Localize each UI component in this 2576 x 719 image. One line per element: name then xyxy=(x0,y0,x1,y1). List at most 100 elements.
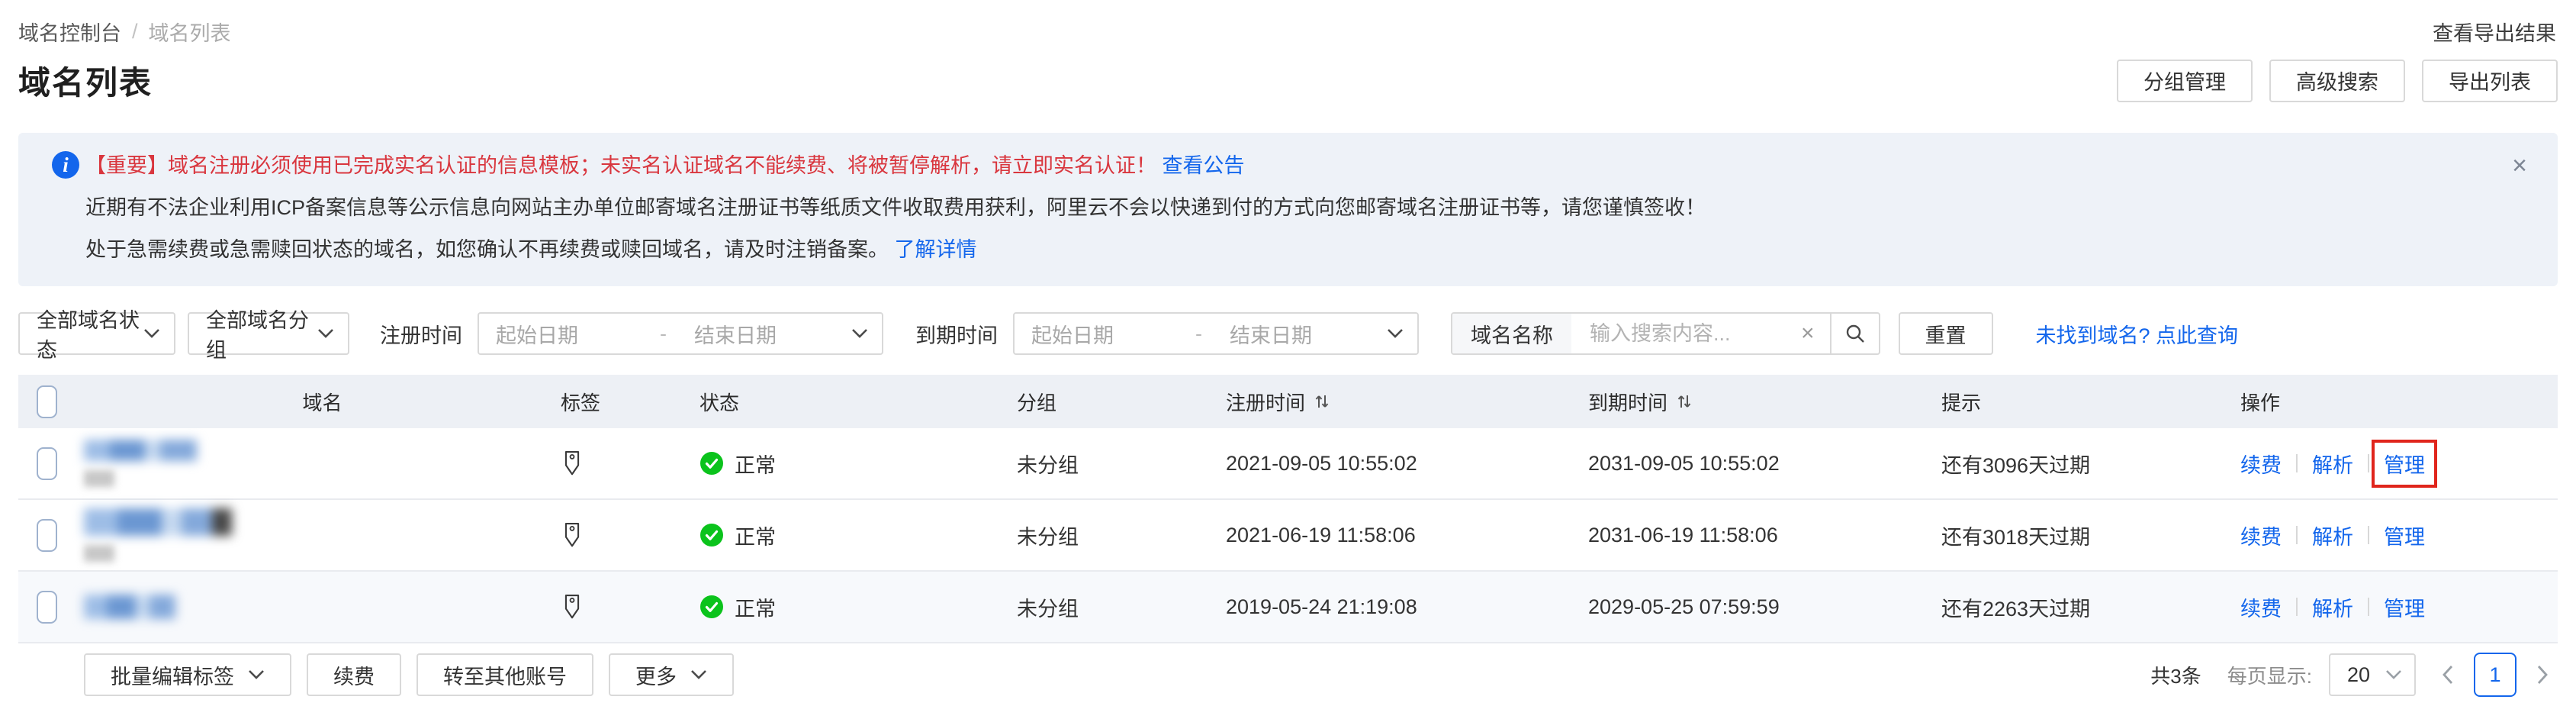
status-ok-icon xyxy=(699,595,724,619)
search-field-label: 域名名称 xyxy=(1452,314,1571,353)
action-renew[interactable]: 续费 xyxy=(2240,592,2282,622)
select-all-checkbox[interactable] xyxy=(37,385,57,418)
reg-time-range-picker[interactable]: 起始日期 - 结束日期 xyxy=(478,312,883,355)
reg-end-date-field[interactable]: 结束日期 xyxy=(694,319,851,349)
column-exp-time: 到期时间 xyxy=(1588,388,1941,416)
advanced-search-button[interactable]: 高级搜索 xyxy=(2269,60,2405,102)
date-range-separator: - xyxy=(660,322,667,346)
action-renew[interactable]: 续费 xyxy=(2240,449,2282,479)
chevron-down-icon xyxy=(143,328,160,339)
search-icon[interactable] xyxy=(1832,314,1879,353)
notice-banner: i 【重要】域名注册必须使用已完成实名认证的信息模板；未实名认证域名不能续费、将… xyxy=(18,133,2558,286)
batch-edit-tags-button[interactable]: 批量编辑标签 xyxy=(84,653,291,696)
title-buttons: 分组管理 高级搜索 导出列表 xyxy=(2117,60,2558,102)
exp-time-range-picker[interactable]: 起始日期 - 结束日期 xyxy=(1013,312,1419,355)
action-divider xyxy=(2296,526,2298,544)
action-dns-resolve[interactable]: 解析 xyxy=(2312,449,2353,479)
action-cell: 续费解析 管理 xyxy=(2240,449,2558,479)
action-manage[interactable]: 管理 xyxy=(2384,449,2425,479)
batch-renew-button[interactable]: 续费 xyxy=(307,653,401,696)
chevron-down-icon xyxy=(248,669,265,680)
breadcrumb-root[interactable]: 域名控制台 xyxy=(18,17,121,47)
more-button[interactable]: 更多 xyxy=(609,653,734,696)
learn-more-link[interactable]: 了解详情 xyxy=(895,238,977,261)
sort-icon[interactable] xyxy=(1313,392,1331,411)
column-reg-time-label: 注册时间 xyxy=(1226,388,1305,416)
notice-line-2: 近期有不法企业利用ICP备案信息等公示信息向网站主办单位邮寄域名注册证书等纸质文… xyxy=(85,187,2504,229)
transfer-account-button[interactable]: 转至其他账号 xyxy=(416,653,593,696)
prev-page-icon[interactable] xyxy=(2433,665,2463,685)
group-manage-button[interactable]: 分组管理 xyxy=(2117,60,2253,102)
exp-time-filter-label: 到期时间 xyxy=(915,319,998,349)
search-input[interactable] xyxy=(1571,314,1796,353)
action-manage[interactable]: 管理 xyxy=(2384,521,2425,550)
exp-start-date-field[interactable]: 起始日期 xyxy=(1031,319,1195,349)
action-dns-resolve[interactable]: 解析 xyxy=(2312,592,2353,622)
reg-time-value: 2021-06-19 11:58:06 xyxy=(1226,524,1416,547)
expiry-hint: 还有3096天过期 xyxy=(1941,449,2090,479)
row-checkbox[interactable] xyxy=(37,519,57,552)
table-row: 正常 未分组 2019-05-24 21:19:08 2029-05-25 07… xyxy=(18,572,2558,643)
reg-start-date-field[interactable]: 起始日期 xyxy=(496,319,660,349)
domain-cell[interactable] xyxy=(84,440,561,487)
tag-icon[interactable] xyxy=(561,450,584,477)
domain-status-dropdown[interactable]: 全部域名状态 xyxy=(18,312,175,355)
current-page-button[interactable]: 1 xyxy=(2474,653,2517,697)
row-checkbox[interactable] xyxy=(37,447,57,480)
table-header: 域名 标签 状态 分组 注册时间 到期时间 提示 操作 xyxy=(18,375,2558,428)
column-domain: 域名 xyxy=(84,388,561,416)
action-cell: 续费解析 管理 xyxy=(2240,592,2558,622)
info-icon: i xyxy=(52,151,79,179)
column-tag: 标签 xyxy=(561,388,699,416)
status-badge: 正常 xyxy=(735,592,776,622)
clear-icon[interactable]: × xyxy=(1796,321,1830,347)
footer-bar: 批量编辑标签 续费 转至其他账号 更多 共3条 每页显示: 20 1 xyxy=(0,643,2576,697)
row-checkbox[interactable] xyxy=(37,591,57,624)
domain-status-dropdown-value: 全部域名状态 xyxy=(37,304,143,363)
tag-icon[interactable] xyxy=(561,593,584,621)
breadcrumb-current: 域名列表 xyxy=(149,17,231,47)
notice-line-3: 处于急需续费或急需赎回状态的域名，如您确认不再续费或赎回域名，请及时注销备案。 … xyxy=(85,229,2504,271)
group-value: 未分组 xyxy=(1017,521,1079,550)
close-icon[interactable]: × xyxy=(2512,153,2527,179)
action-divider xyxy=(2368,526,2369,544)
reg-time-value: 2021-09-05 10:55:02 xyxy=(1226,452,1417,476)
action-renew[interactable]: 续费 xyxy=(2240,521,2282,550)
action-divider xyxy=(2296,454,2298,472)
exp-time-value: 2029-05-25 07:59:59 xyxy=(1588,595,1780,619)
chevron-down-icon xyxy=(1387,328,1404,339)
column-reg-time: 注册时间 xyxy=(1226,388,1588,416)
domain-group-dropdown[interactable]: 全部域名分组 xyxy=(188,312,349,355)
chevron-down-icon xyxy=(690,669,707,680)
action-manage[interactable]: 管理 xyxy=(2384,592,2425,622)
view-export-result-link[interactable]: 查看导出结果 xyxy=(2433,17,2556,47)
redacted-domain-subtext xyxy=(84,545,114,562)
chevron-down-icon xyxy=(851,328,868,339)
export-list-button[interactable]: 导出列表 xyxy=(2422,60,2558,102)
page-title: 域名列表 xyxy=(18,57,153,104)
reset-button[interactable]: 重置 xyxy=(1899,312,1993,355)
domain-not-found-link[interactable]: 未找到域名? 点此查询 xyxy=(2036,319,2239,349)
page-size-dropdown[interactable]: 20 xyxy=(2329,653,2416,696)
table-row: 正常 未分组 2021-09-05 10:55:02 2031-09-05 10… xyxy=(18,428,2558,500)
more-label: 更多 xyxy=(635,660,677,690)
notice-line-3-text: 处于急需续费或急需赎回状态的域名，如您确认不再续费或赎回域名，请及时注销备案。 xyxy=(85,238,889,261)
chevron-down-icon xyxy=(317,328,334,339)
domain-group-dropdown-value: 全部域名分组 xyxy=(206,304,317,363)
redacted-domain-name xyxy=(84,508,232,536)
tag-icon[interactable] xyxy=(561,521,584,549)
status-ok-icon xyxy=(699,451,724,476)
view-announcement-link[interactable]: 查看公告 xyxy=(1163,154,1245,177)
page-size-value: 20 xyxy=(2347,663,2370,687)
domain-cell[interactable] xyxy=(84,595,561,619)
action-divider xyxy=(2368,454,2369,472)
action-dns-resolve[interactable]: 解析 xyxy=(2312,521,2353,550)
domain-cell[interactable] xyxy=(84,508,561,562)
exp-time-value: 2031-09-05 10:55:02 xyxy=(1588,452,1780,476)
exp-end-date-field[interactable]: 结束日期 xyxy=(1230,319,1387,349)
sort-icon[interactable] xyxy=(1675,392,1693,411)
total-count: 共3条 xyxy=(2150,661,2201,689)
reg-time-value: 2019-05-24 21:19:08 xyxy=(1226,595,1417,619)
next-page-icon[interactable] xyxy=(2527,665,2558,685)
action-divider xyxy=(2368,598,2369,616)
